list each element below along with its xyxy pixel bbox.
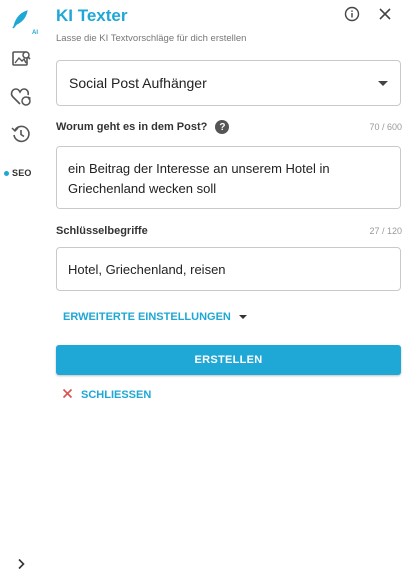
keywords-input[interactable] [56, 247, 401, 291]
text-type-select[interactable]: Social Post Aufhänger [56, 60, 401, 106]
caret-down-icon [378, 80, 388, 86]
feather-ai-icon [10, 9, 32, 33]
chevron-right-icon [16, 557, 26, 575]
sidebar-rail: AI SEO [0, 0, 42, 580]
topic-char-counter: 70 / 600 [369, 122, 402, 132]
advanced-settings-label: ERWEITERTE EINSTELLUNGEN [63, 311, 231, 323]
keywords-field-label: Schlüsselbegriffe [56, 225, 148, 237]
ki-texter-panel: KI Texter Lasse die KI Textvorschläge fü… [56, 0, 402, 580]
sidebar-item-label: SEO [12, 168, 32, 178]
topic-label-text: Worum geht es in dem Post? [56, 121, 208, 133]
image-search-icon [11, 49, 31, 69]
sidebar-item-favorites[interactable] [8, 84, 34, 110]
create-button[interactable]: ERSTELLEN [56, 345, 401, 375]
info-icon [344, 6, 360, 27]
advanced-settings-toggle[interactable]: ERWEITERTE EINSTELLUNGEN [63, 311, 247, 323]
info-button[interactable] [342, 6, 362, 26]
page-title: KI Texter [56, 6, 128, 25]
topic-field-label: Worum geht es in dem Post? ? [56, 120, 230, 134]
close-panel-button[interactable] [375, 6, 395, 26]
topic-textarea[interactable]: ein Beitrag der Interesse an unserem Hot… [56, 146, 401, 209]
history-icon [11, 124, 31, 144]
sidebar-item-image-tool[interactable] [8, 46, 34, 72]
ai-badge: AI [32, 30, 38, 36]
expand-sidebar-button[interactable] [12, 557, 30, 575]
close-x-icon [62, 388, 73, 402]
keywords-char-counter: 27 / 120 [369, 226, 402, 236]
close-button[interactable]: SCHLIESSEN [62, 388, 151, 402]
page-subtitle: Lasse die KI Textvorschläge für dich ers… [56, 33, 247, 44]
text-type-select-value: Social Post Aufhänger [69, 75, 207, 91]
sidebar-item-history[interactable] [8, 121, 34, 147]
heart-refresh-icon [10, 87, 32, 107]
sidebar-item-ai-writer[interactable]: AI [8, 8, 38, 36]
caret-down-icon [238, 315, 247, 319]
sidebar-item-seo[interactable]: SEO [4, 164, 32, 182]
help-icon[interactable]: ? [215, 120, 230, 134]
active-indicator-dot [4, 170, 9, 176]
close-label: SCHLIESSEN [81, 389, 152, 401]
close-icon [378, 7, 392, 26]
